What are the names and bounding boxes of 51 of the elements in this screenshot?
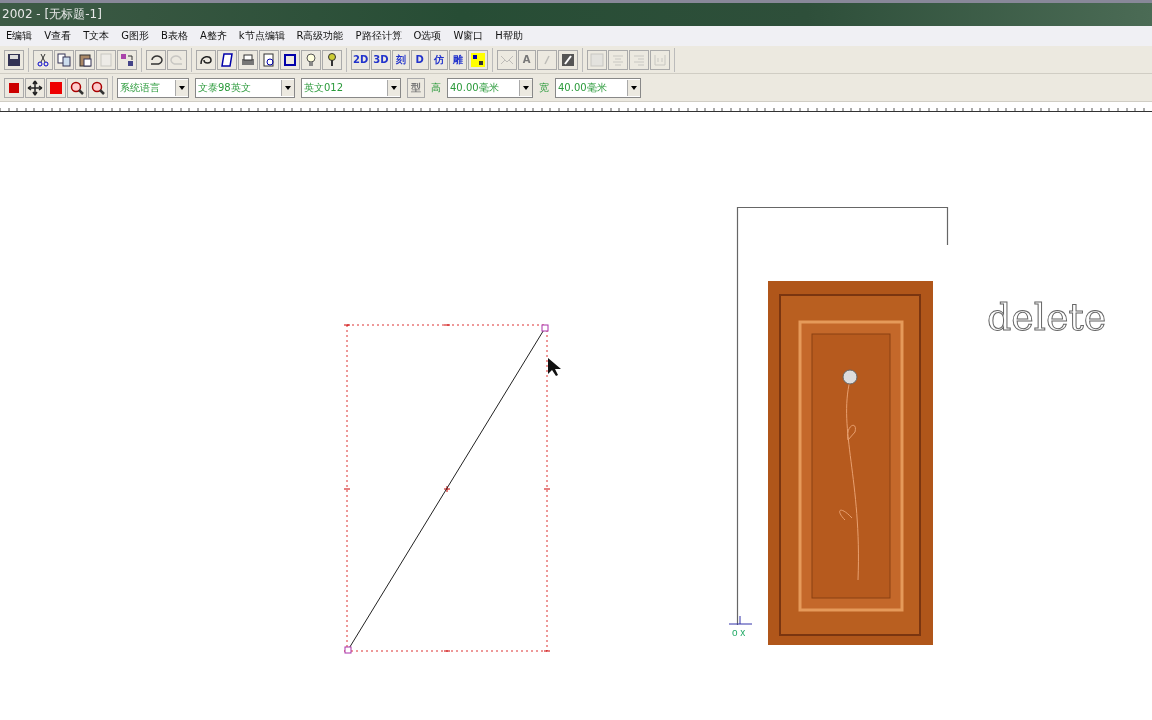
preview-icon[interactable] bbox=[259, 49, 279, 70]
menu-item[interactable]: W窗口 bbox=[453, 29, 492, 43]
menu-item[interactable]: E编辑 bbox=[6, 29, 41, 43]
menu-item[interactable]: k节点编辑 bbox=[238, 29, 293, 43]
toolbar-button[interactable]: D bbox=[410, 49, 429, 70]
toolbar-button[interactable]: 雕 bbox=[448, 49, 467, 70]
menu-item[interactable]: O选项 bbox=[413, 29, 450, 43]
font-name-dropdown[interactable]: 文泰98英文 bbox=[195, 77, 295, 98]
menu-item[interactable]: T文本 bbox=[83, 29, 118, 43]
menu-item[interactable]: V查看 bbox=[44, 29, 80, 43]
node-icon[interactable] bbox=[4, 77, 24, 98]
outlined-text[interactable]: delete bbox=[987, 295, 1107, 339]
zoom-out-icon[interactable] bbox=[88, 77, 108, 98]
font-style-dropdown[interactable]: 英文012 bbox=[301, 77, 401, 98]
move-icon[interactable] bbox=[25, 77, 45, 98]
cursor-icon bbox=[548, 358, 561, 376]
square-icon[interactable] bbox=[46, 77, 66, 98]
font-language-dropdown[interactable]: 系统语言 bbox=[117, 77, 189, 98]
menu-item[interactable]: A整齐 bbox=[199, 29, 235, 43]
toolbar-button[interactable]: 仿 bbox=[429, 49, 448, 70]
height-dropdown[interactable]: 40.00毫米 bbox=[447, 77, 533, 98]
toolbar-button[interactable]: 3D bbox=[371, 49, 391, 70]
copy-icon[interactable] bbox=[54, 49, 74, 70]
width-dropdown[interactable]: 40.00毫米 bbox=[555, 77, 641, 98]
squares-icon[interactable] bbox=[467, 49, 488, 70]
window-title: 2002 - [无标题-1] bbox=[1, 6, 102, 23]
scissors-icon[interactable] bbox=[33, 49, 53, 70]
clipboard-icon[interactable] bbox=[75, 49, 95, 70]
door-drawing[interactable] bbox=[768, 281, 933, 645]
page-icon[interactable] bbox=[217, 49, 237, 70]
toolbar-button[interactable]: 2D bbox=[351, 49, 371, 70]
axis-marker bbox=[728, 615, 753, 625]
swap-icon[interactable] bbox=[117, 49, 137, 70]
width-label: 宽 bbox=[539, 80, 549, 95]
help-icon[interactable] bbox=[322, 49, 342, 70]
pen-icon[interactable] bbox=[557, 49, 578, 70]
frame-icon[interactable] bbox=[280, 49, 300, 70]
node-handle[interactable] bbox=[541, 324, 549, 332]
printer-icon[interactable] bbox=[238, 49, 258, 70]
axis-label: o x bbox=[732, 627, 746, 638]
node-handle[interactable] bbox=[344, 646, 352, 654]
curve-icon[interactable] bbox=[196, 49, 216, 70]
menu-item[interactable]: P路径计算 bbox=[355, 29, 410, 43]
zoom-in-icon[interactable] bbox=[67, 77, 87, 98]
menu-item[interactable]: R高级功能 bbox=[296, 29, 352, 43]
menu-item[interactable]: B表格 bbox=[161, 29, 196, 43]
menu-item[interactable]: G图形 bbox=[121, 29, 158, 43]
undo-icon[interactable] bbox=[146, 49, 166, 70]
menu-item[interactable]: H帮助 bbox=[495, 29, 531, 43]
toolbar-button[interactable]: 刻 bbox=[391, 49, 410, 70]
height-label: 高 bbox=[431, 80, 441, 95]
